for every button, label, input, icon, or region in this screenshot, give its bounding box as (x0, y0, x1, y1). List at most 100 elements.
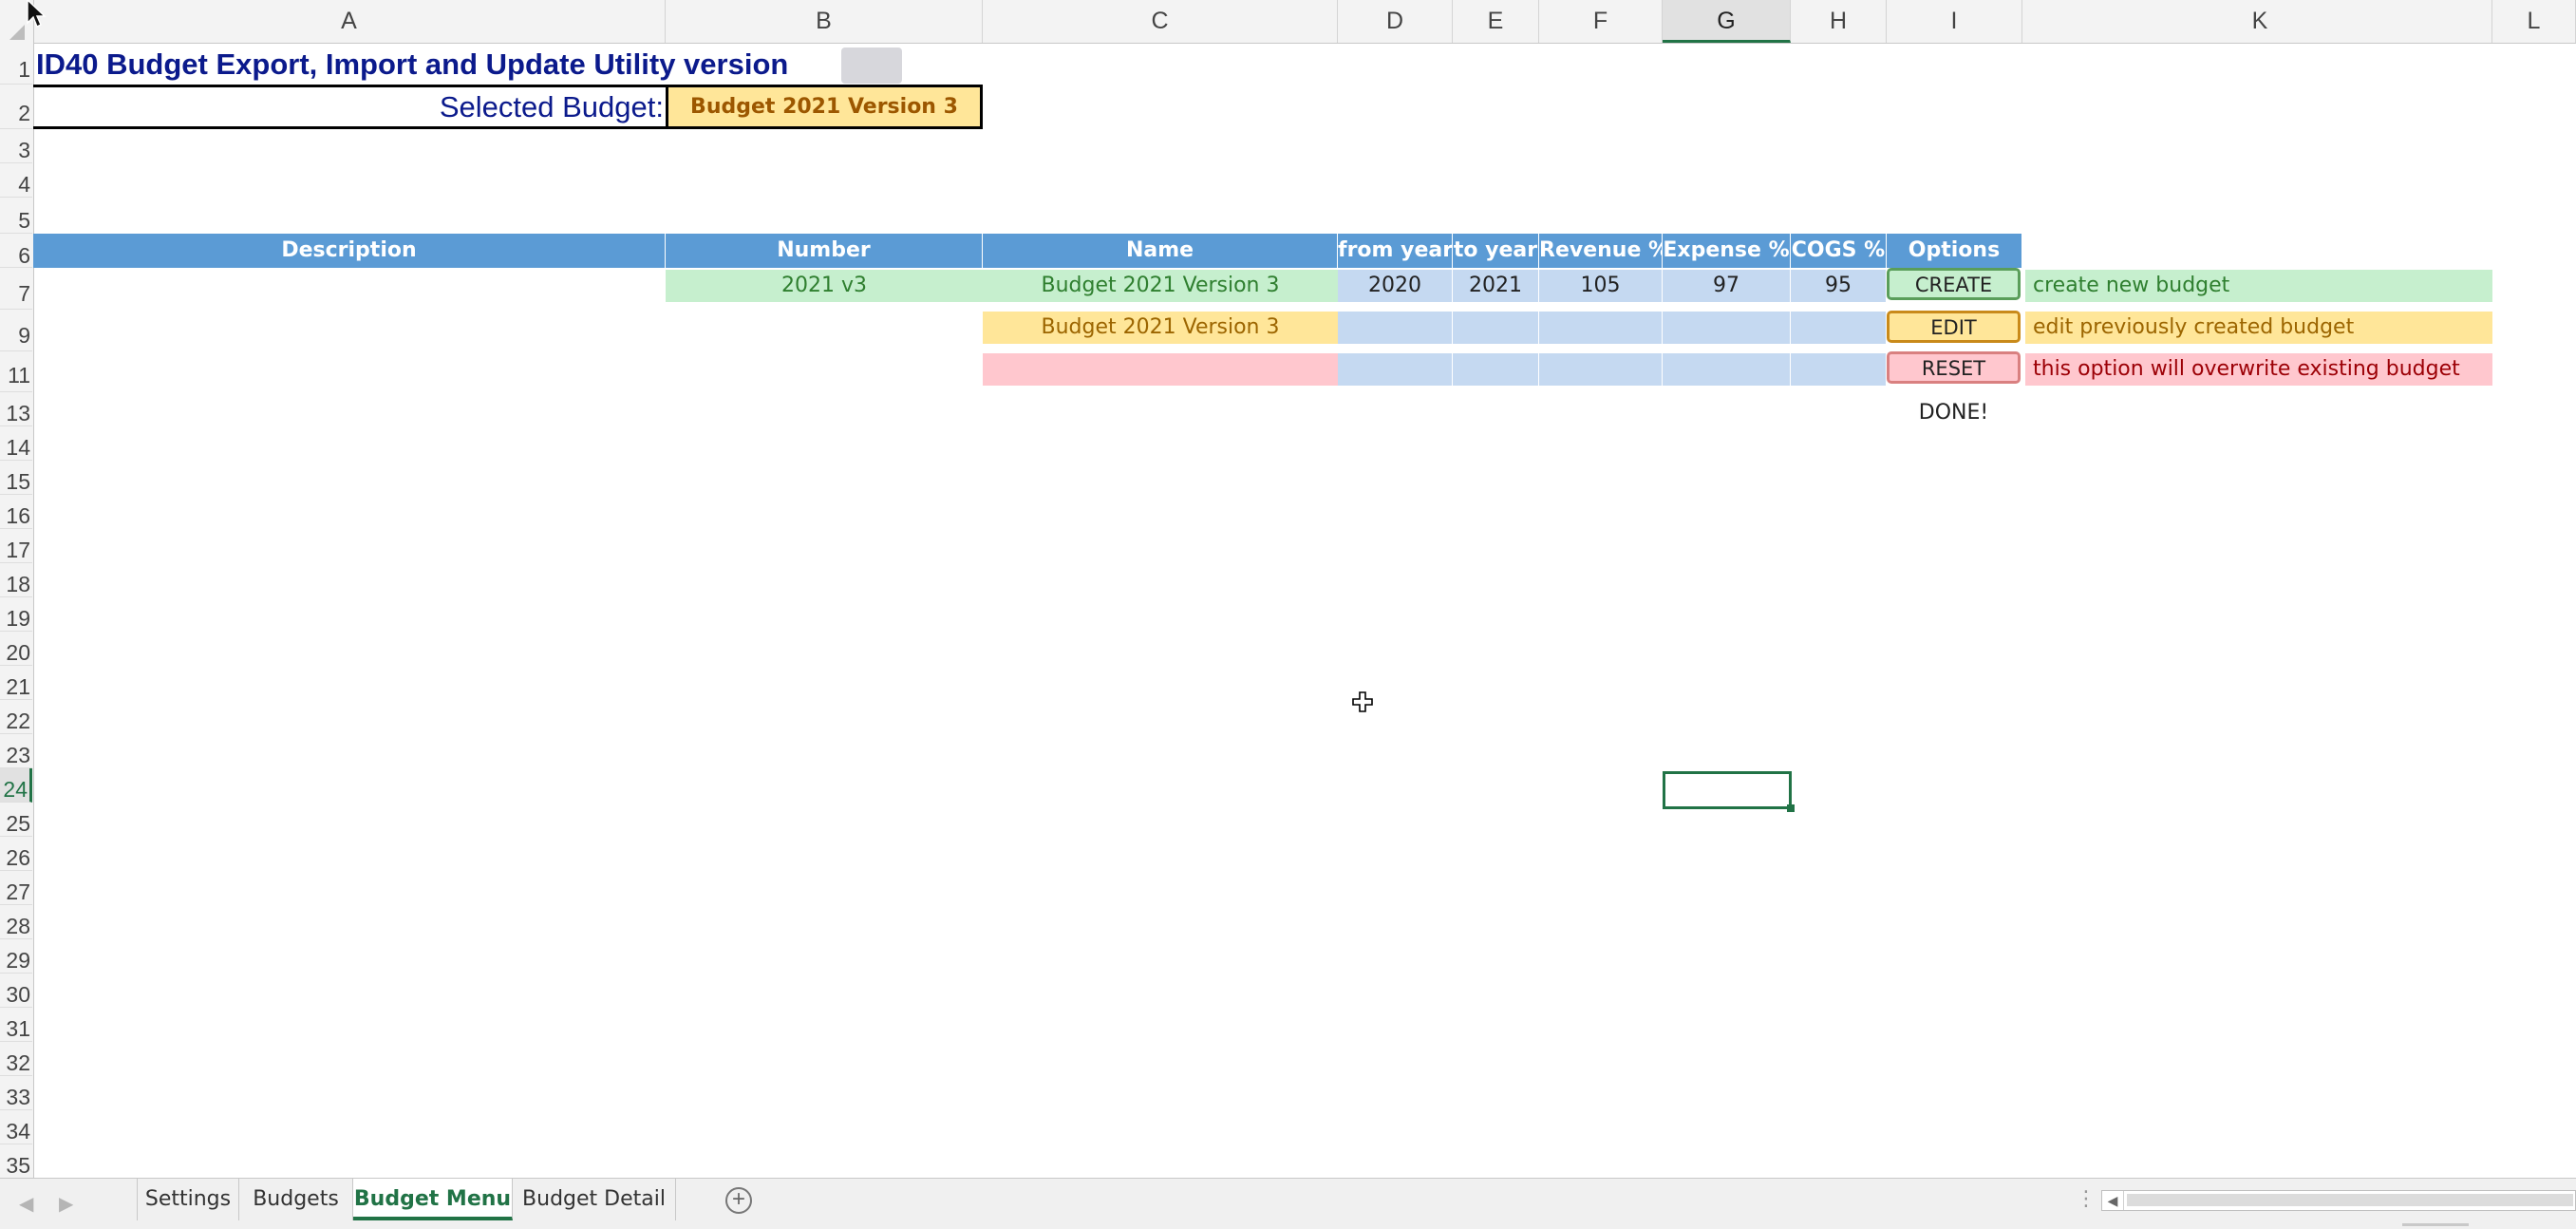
row-header[interactable]: 15 (0, 461, 32, 495)
column-header-e[interactable]: E (1453, 0, 1539, 43)
row-header[interactable]: 5 (0, 198, 32, 234)
header-description: Description (33, 234, 666, 268)
version-redacted-block (841, 47, 902, 84)
row11-from-year-cell[interactable] (1338, 353, 1453, 386)
row-header[interactable]: 31 (0, 1008, 32, 1042)
active-cell-g24[interactable] (1663, 771, 1792, 809)
row11-to-year-cell[interactable] (1453, 353, 1539, 386)
row-header[interactable]: 21 (0, 666, 32, 700)
row-header[interactable]: 35 (0, 1144, 32, 1178)
row-header[interactable]: 28 (0, 905, 32, 939)
tab-budgets[interactable]: Budgets (239, 1179, 353, 1220)
header-revenue: Revenue % (1539, 234, 1663, 268)
mouse-pointer-icon (27, 0, 47, 28)
horizontal-scrollbar[interactable]: ◀ (2101, 1190, 2576, 1211)
row11-expense-cell[interactable] (1663, 353, 1791, 386)
tab-budget-menu[interactable]: Budget Menu (353, 1179, 513, 1220)
reset-button[interactable]: RESET (1887, 351, 2021, 384)
header-name: Name (983, 234, 1338, 268)
create-button[interactable]: CREATE (1887, 268, 2021, 300)
row-header[interactable]: 24 (0, 768, 32, 803)
row11-cogs-cell[interactable] (1791, 353, 1887, 386)
edit-note: edit previously created budget (2025, 312, 2492, 344)
row-header[interactable]: 18 (0, 563, 32, 597)
row7-expense-cell[interactable]: 97 (1663, 270, 1791, 302)
row9-to-year-cell[interactable] (1453, 312, 1539, 344)
row7-name-cell[interactable]: Budget 2021 Version 3 (983, 270, 1338, 302)
column-header-c[interactable]: C (983, 0, 1338, 43)
row-header[interactable]: 6 (0, 234, 32, 268)
column-header-l[interactable]: L (2492, 0, 2576, 43)
row7-cogs-cell[interactable]: 95 (1791, 270, 1887, 302)
header-options: Options (1887, 234, 2022, 268)
row-header[interactable]: 17 (0, 529, 32, 563)
row-header[interactable]: 14 (0, 426, 32, 461)
column-header-i[interactable]: I (1887, 0, 2022, 43)
row-header[interactable]: 20 (0, 632, 32, 666)
row7-from-year-cell[interactable]: 2020 (1338, 270, 1453, 302)
row-header[interactable]: 13 (0, 392, 32, 426)
selected-budget-value[interactable]: Budget 2021 Version 3 (666, 85, 983, 129)
row7-to-year-cell[interactable]: 2021 (1453, 270, 1539, 302)
row-header[interactable]: 25 (0, 803, 32, 837)
header-number: Number (666, 234, 983, 268)
row9-name-cell[interactable]: Budget 2021 Version 3 (983, 312, 1338, 344)
row-header-bar: 1 2 3 4 5 6 7 9 11 13 14 15 16 17 18 19 … (0, 43, 34, 1178)
row-header[interactable]: 32 (0, 1042, 32, 1076)
column-header-bar: A B C D E F G H I K L (0, 0, 2576, 44)
column-header-h[interactable]: H (1791, 0, 1887, 43)
row-header[interactable]: 27 (0, 871, 32, 905)
row-header[interactable]: 4 (0, 163, 32, 198)
row-header[interactable]: 23 (0, 734, 32, 768)
tab-settings[interactable]: Settings (137, 1179, 239, 1220)
column-header-d[interactable]: D (1338, 0, 1453, 43)
row-header[interactable]: 1 (0, 43, 32, 85)
done-status: DONE! (1918, 401, 1989, 425)
header-cogs: COGS % (1791, 234, 1887, 268)
plus-circle-icon[interactable]: + (725, 1187, 752, 1214)
column-header-a[interactable]: A (33, 0, 666, 43)
edit-button[interactable]: EDIT (1887, 311, 2021, 343)
selected-budget-label: Selected Budget: (439, 90, 664, 123)
reset-note: this option will overwrite existing budg… (2025, 353, 2492, 386)
row9-expense-cell[interactable] (1663, 312, 1791, 344)
fill-handle[interactable] (1787, 804, 1795, 812)
tab-budget-detail[interactable]: Budget Detail (513, 1179, 676, 1220)
header-to-year: to year (1453, 234, 1539, 268)
row-header[interactable]: 3 (0, 129, 32, 163)
row9-revenue-cell[interactable] (1539, 312, 1663, 344)
cross-cursor-icon (1352, 691, 1373, 712)
row7-number-cell[interactable]: 2021 v3 (666, 270, 983, 302)
page-title: ID40 Budget Export, Import and Update Ut… (36, 47, 789, 81)
column-header-g[interactable]: G (1663, 0, 1791, 43)
row11-revenue-cell[interactable] (1539, 353, 1663, 386)
scrollbar-thumb[interactable] (2127, 1194, 2573, 1206)
row7-revenue-cell[interactable]: 105 (1539, 270, 1663, 302)
row-header[interactable]: 2 (0, 85, 32, 129)
row-header[interactable]: 19 (0, 597, 32, 632)
row-header[interactable]: 11 (0, 351, 32, 392)
column-header-f[interactable]: F (1539, 0, 1663, 43)
scroll-indicator (2402, 1223, 2469, 1226)
row-header[interactable]: 26 (0, 837, 32, 871)
column-header-b[interactable]: B (666, 0, 983, 43)
row9-cogs-cell[interactable] (1791, 312, 1887, 344)
row-header[interactable]: 9 (0, 310, 32, 351)
row-header[interactable]: 30 (0, 974, 32, 1008)
header-from-year: from year (1338, 234, 1453, 268)
row-header[interactable]: 29 (0, 939, 32, 974)
scroll-left-icon[interactable]: ◀ (2102, 1191, 2124, 1210)
row-header[interactable]: 7 (0, 268, 32, 310)
row-header[interactable]: 16 (0, 495, 32, 529)
prev-sheet-icon[interactable]: ◀ (19, 1192, 33, 1216)
row9-from-year-cell[interactable] (1338, 312, 1453, 344)
next-sheet-icon[interactable]: ▶ (59, 1192, 73, 1216)
row-header[interactable]: 34 (0, 1110, 32, 1144)
row-header[interactable]: 33 (0, 1076, 32, 1110)
more-options-icon[interactable]: ⋮ (2076, 1186, 2097, 1211)
row-header[interactable]: 22 (0, 700, 32, 734)
row11-name-cell[interactable] (983, 353, 1338, 386)
sheet-tab-bar: ◀ ▶ Settings Budgets Budget Menu Budget … (0, 1178, 2576, 1229)
select-all-triangle-icon (9, 25, 25, 40)
column-header-k[interactable]: K (2028, 0, 2492, 43)
